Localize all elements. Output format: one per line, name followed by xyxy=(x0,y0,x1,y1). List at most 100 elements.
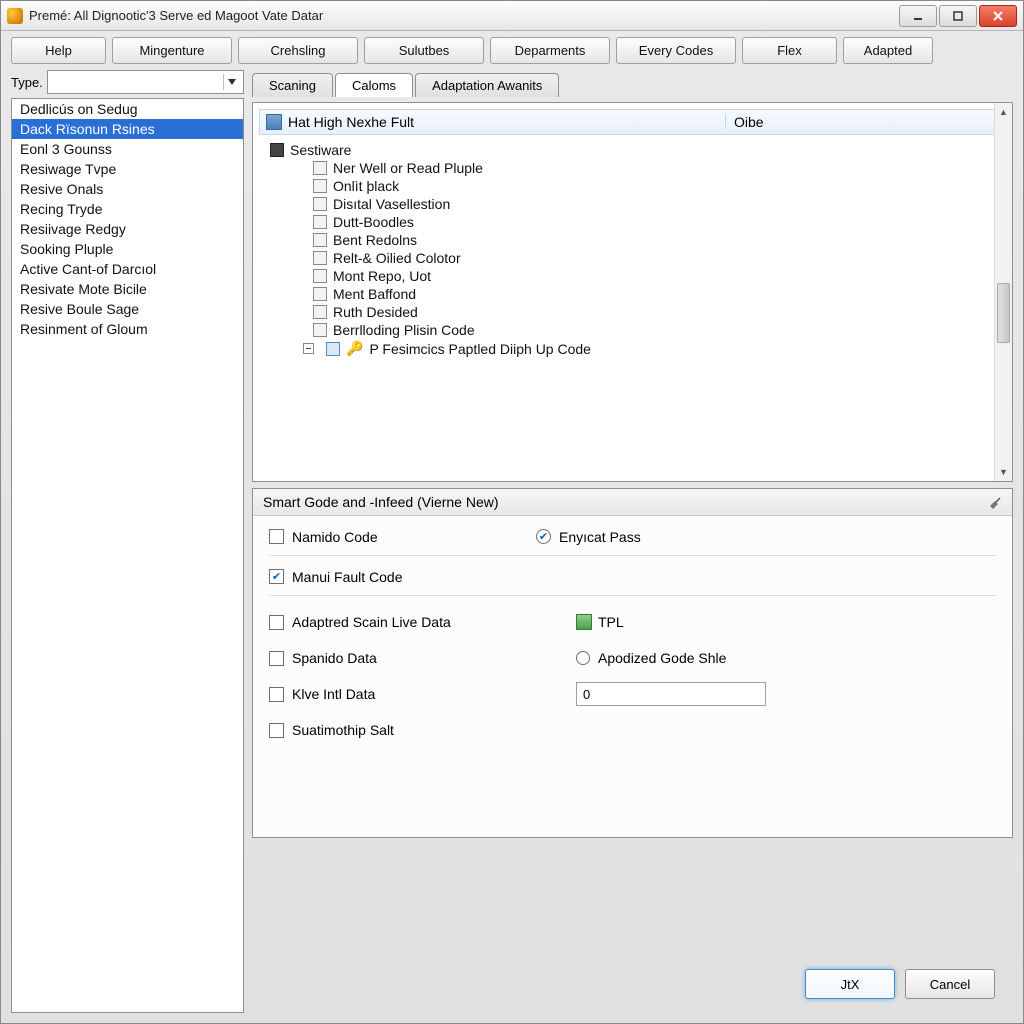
scroll-down-icon[interactable]: ▼ xyxy=(995,463,1012,481)
tree-node-label: Ruth Desided xyxy=(333,304,418,320)
sidebar-item[interactable]: Sooking Pluple xyxy=(12,239,243,259)
tree-panel: Hat High Nexhe Fult Oibe Sestiware Ner W… xyxy=(252,102,1013,482)
minimize-button[interactable] xyxy=(899,5,937,27)
klve-input[interactable] xyxy=(576,682,766,706)
item-icon xyxy=(313,287,327,301)
suatimothip-checkbox[interactable] xyxy=(269,723,284,738)
tree-node[interactable]: Ner Well or Read Pluple xyxy=(263,159,1002,177)
tree-node[interactable]: Bent Redolns xyxy=(263,231,1002,249)
tree-header-left[interactable]: Hat High Nexhe Fult xyxy=(260,114,725,130)
main-toolbar: Help Mingenture Crehsling Sulutbes Depar… xyxy=(1,31,1023,70)
tree-header-right[interactable]: Oibe xyxy=(725,114,1005,130)
toolbar-deparments[interactable]: Deparments xyxy=(490,37,610,64)
pin-icon[interactable] xyxy=(988,495,1002,509)
adaptred-checkbox[interactable] xyxy=(269,615,284,630)
tab-caloms[interactable]: Caloms xyxy=(335,73,413,97)
sidebar-item[interactable]: Recing Tryde xyxy=(12,199,243,219)
form-panel: Smart Gode and -Infeed (Vierne New) Nami… xyxy=(252,488,1013,838)
tree-node-label: Berrlloding Plisin Code xyxy=(333,322,475,338)
sidebar-item[interactable]: Resinment of Gloum xyxy=(12,319,243,339)
item-icon xyxy=(313,323,327,337)
titlebar: Premé: All Dignootic'3 Serve ed Magoot V… xyxy=(1,1,1023,31)
expander-icon[interactable] xyxy=(303,343,314,354)
tpl-group: TPL xyxy=(576,614,996,630)
tree-node[interactable]: Mont Repo, Uot xyxy=(263,267,1002,285)
tree-node[interactable]: Dutt-Boodles xyxy=(263,213,1002,231)
tpl-label: TPL xyxy=(598,614,624,630)
maximize-button[interactable] xyxy=(939,5,977,27)
toolbar-adapted[interactable]: Adapted xyxy=(843,37,933,64)
body-split: Type. Dedlicús on SedugDack Rïsonun Rsin… xyxy=(1,70,1023,1023)
adaptred-label: Adaptred Scain Live Data xyxy=(292,614,451,630)
item-icon xyxy=(313,251,327,265)
vertical-scrollbar[interactable]: ▲ ▼ xyxy=(994,103,1012,481)
tree-node-label: Ner Well or Read Pluple xyxy=(333,160,483,176)
row-adaptred: Adaptred Scain Live Data TPL xyxy=(269,608,996,636)
sidebar-item[interactable]: Resivate Mote Bicile xyxy=(12,279,243,299)
manui-label: Manui Fault Code xyxy=(292,569,403,585)
klve-checkbox[interactable] xyxy=(269,687,284,702)
spanido-label: Spanido Data xyxy=(292,650,377,666)
tree-node[interactable]: Ruth Desided xyxy=(263,303,1002,321)
toolbar-crehsling[interactable]: Crehsling xyxy=(238,37,358,64)
close-button[interactable] xyxy=(979,5,1017,27)
namido-checkbox[interactable] xyxy=(269,529,284,544)
type-row: Type. xyxy=(11,70,244,94)
item-icon xyxy=(313,215,327,229)
scroll-up-icon[interactable]: ▲ xyxy=(995,103,1012,121)
enycat-group: Enyıcat Pass xyxy=(536,529,996,545)
apodized-group: Apodized Gode Shle xyxy=(576,650,996,666)
sidebar-item[interactable]: Active Cant-of Darcıol xyxy=(12,259,243,279)
tree-node[interactable]: Relt-& Oilied Colotor xyxy=(263,249,1002,267)
tree-node[interactable]: Berrlloding Plisin Code xyxy=(263,321,1002,339)
item-icon xyxy=(313,305,327,319)
tree-node-label: Bent Redolns xyxy=(333,232,417,248)
form-body: Namido Code Enyıcat Pass Manui Fault Cod… xyxy=(253,516,1012,756)
tree-root-label: Sestiware xyxy=(290,142,351,158)
tab-bar: Scaning Caloms Adaptation Awanits xyxy=(252,70,1013,96)
tree-body[interactable]: Sestiware Ner Well or Read PlupleOnlìt þ… xyxy=(259,135,1006,475)
sidebar-item[interactable]: Dack Rïsonun Rsines xyxy=(12,119,243,139)
scroll-thumb[interactable] xyxy=(997,283,1010,343)
toolbar-mingenture[interactable]: Mingenture xyxy=(112,37,232,64)
tpl-icon xyxy=(576,614,592,630)
ok-button[interactable]: JtX xyxy=(805,969,895,999)
sidebar-item[interactable]: Resiwage Tvpe xyxy=(12,159,243,179)
sidebar-item[interactable]: Resive Boule Sage xyxy=(12,299,243,319)
module-icon xyxy=(266,114,282,130)
type-combobox[interactable] xyxy=(47,70,244,94)
apodized-radio[interactable] xyxy=(576,651,590,665)
tree-branch[interactable]: 🔑 P Fesimcics Paptled Diiph Up Code xyxy=(263,339,1002,358)
toolbar-help[interactable]: Help xyxy=(11,37,106,64)
chevron-down-icon xyxy=(223,74,239,90)
tree-node[interactable]: Disıtal Vasellestion xyxy=(263,195,1002,213)
spanido-checkbox[interactable] xyxy=(269,651,284,666)
item-icon xyxy=(313,233,327,247)
enycat-checkbox[interactable] xyxy=(536,529,551,544)
sidebar-item[interactable]: Dedlicús on Sedug xyxy=(12,99,243,119)
form-header-title: Smart Gode and -Infeed (Vierne New) xyxy=(263,494,499,510)
form-header: Smart Gode and -Infeed (Vierne New) xyxy=(253,489,1012,516)
sidebar-item[interactable]: Resive Onals xyxy=(12,179,243,199)
cancel-button[interactable]: Cancel xyxy=(905,969,995,999)
tree-node[interactable]: Onlìt þlack xyxy=(263,177,1002,195)
tree-node-label: Dutt-Boodles xyxy=(333,214,414,230)
item-icon xyxy=(313,269,327,283)
toolbar-sulutbes[interactable]: Sulutbes xyxy=(364,37,484,64)
row-top: Namido Code Enyıcat Pass xyxy=(269,528,996,556)
manui-checkbox[interactable] xyxy=(269,569,284,584)
tree-root[interactable]: Sestiware xyxy=(263,141,1002,159)
sidebar-item[interactable]: Resiivage Redgy xyxy=(12,219,243,239)
sidebar-list[interactable]: Dedlicús on SedugDack Rïsonun RsinesEonl… xyxy=(11,98,244,1013)
tab-scaning[interactable]: Scaning xyxy=(252,73,333,97)
dialog-footer: JtX Cancel xyxy=(252,957,1013,1013)
toolbar-flex[interactable]: Flex xyxy=(742,37,837,64)
tab-adaptation[interactable]: Adaptation Awanits xyxy=(415,73,559,97)
app-window: Premé: All Dignootic'3 Serve ed Magoot V… xyxy=(0,0,1024,1024)
tree-node[interactable]: Ment Baffond xyxy=(263,285,1002,303)
window-title: Premé: All Dignootic'3 Serve ed Magoot V… xyxy=(29,8,899,23)
tree-node-label: Relt-& Oilied Colotor xyxy=(333,250,461,266)
toolbar-every-codes[interactable]: Every Codes xyxy=(616,37,736,64)
suatimothip-label: Suatimothip Salt xyxy=(292,722,394,738)
sidebar-item[interactable]: Eonl 3 Gounss xyxy=(12,139,243,159)
